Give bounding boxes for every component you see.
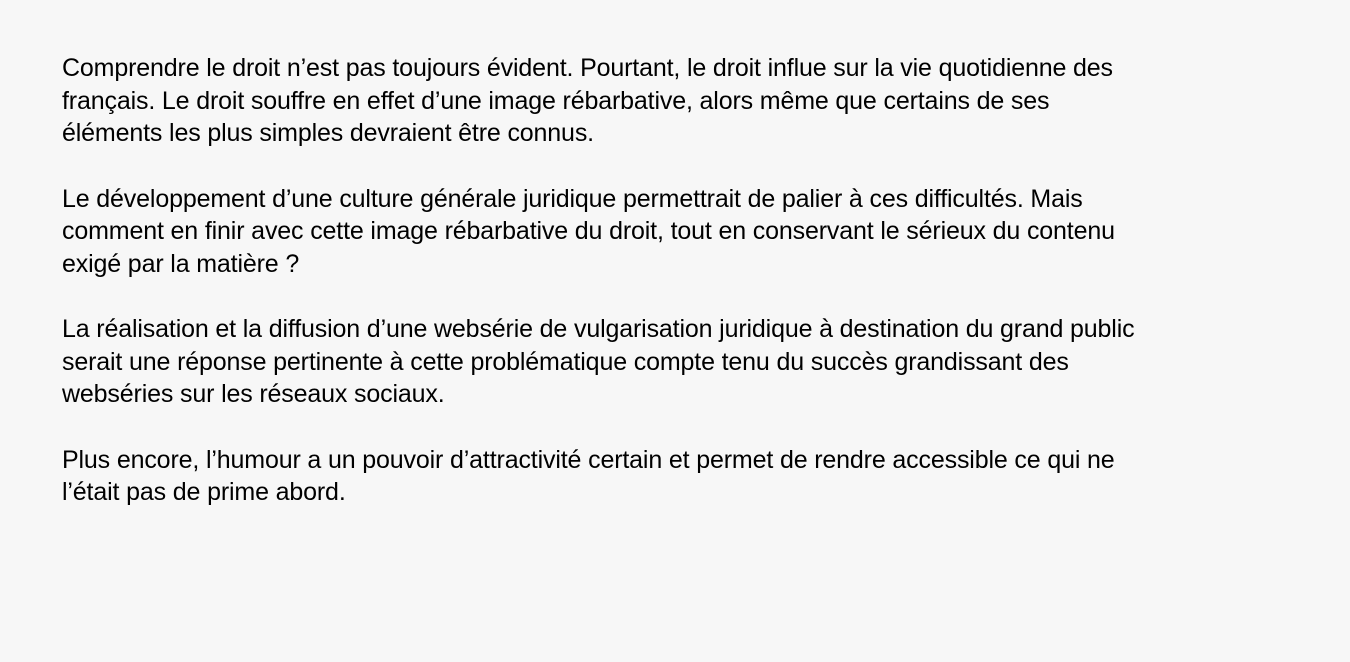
paragraph-line: serait une réponse pertinente à cette pr… <box>62 347 1069 376</box>
paragraph-line: éléments les plus simples devraient être… <box>62 119 594 147</box>
paragraph-line: Le développement d’une culture générale … <box>62 184 1083 213</box>
paragraph-line: La réalisation et la diffusion d’une web… <box>62 315 1135 343</box>
paragraph-line: Plus encore, l’humour a un pouvoir d’att… <box>62 445 1115 474</box>
paragraph-4: Plus encore, l’humour a un pouvoir d’att… <box>62 444 1292 509</box>
paragraph-line: l’était pas de prime abord. <box>62 478 346 506</box>
paragraph-3: La réalisation et la diffusion d’une web… <box>62 313 1292 411</box>
document-body: Comprendre le droit n’est pas toujours é… <box>62 52 1292 542</box>
paragraph-line: exigé par la matière ? <box>62 249 300 278</box>
paragraph-line: webséries sur les réseaux sociaux. <box>62 380 445 408</box>
paragraph-line: français. Le droit souffre en effet d’un… <box>62 86 1050 115</box>
paragraph-1: Comprendre le droit n’est pas toujours é… <box>62 52 1292 150</box>
paragraph-line: Comprendre le droit n’est pas toujours é… <box>62 54 1113 82</box>
paragraph-line: comment en finir avec cette image rébarb… <box>62 217 1115 245</box>
paragraph-2: Le développement d’une culture générale … <box>62 183 1292 281</box>
